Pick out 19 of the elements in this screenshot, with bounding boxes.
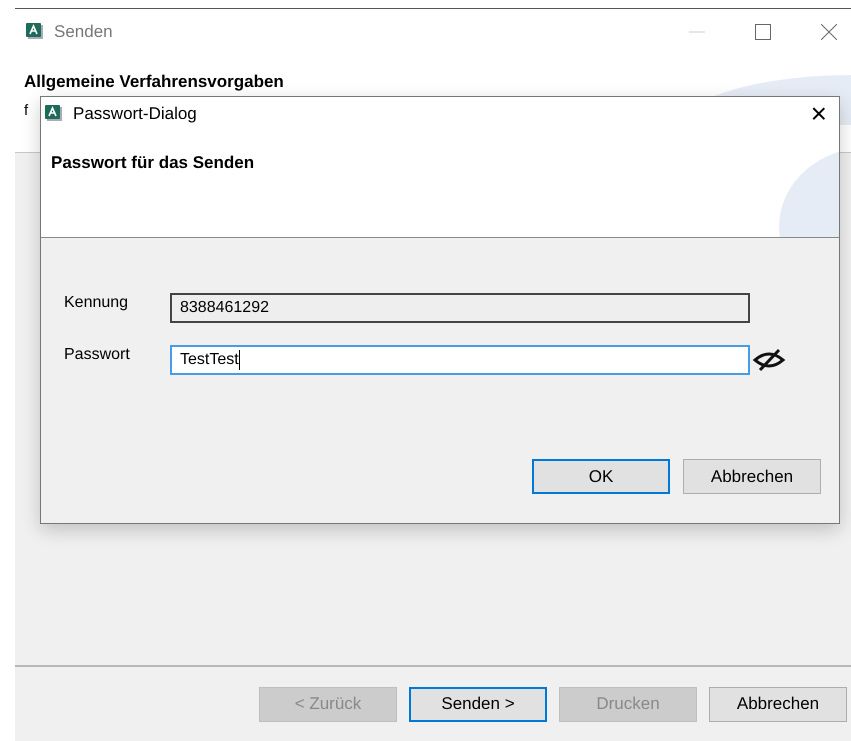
dialog-heading: Passwort für das Senden [51,153,256,173]
app-icon [45,104,65,124]
dialog-button[interactable]: Abbrechen [683,459,821,494]
hide-password-icon[interactable] [752,348,786,372]
input-field[interactable]: 8388461292 [170,293,750,323]
field-label: Kennung [64,294,130,312]
page-subtitle: f [24,102,28,119]
wizard-button[interactable]: Senden > [409,686,547,722]
page-heading: Allgemeine Verfahrensvorgaben [24,72,284,92]
close-icon[interactable] [821,24,837,40]
window-title: Senden [54,22,113,42]
wizard-button[interactable]: Abbrechen [709,686,847,722]
field-label: Passwort [64,346,131,364]
close-button[interactable]: × [798,100,839,128]
dialog-button[interactable]: OK [532,459,670,494]
dialog-title: Passwort-Dialog [73,104,197,124]
input-field[interactable]: TestTest [170,345,750,375]
maximize-icon[interactable] [755,24,771,40]
app-icon [26,22,46,42]
